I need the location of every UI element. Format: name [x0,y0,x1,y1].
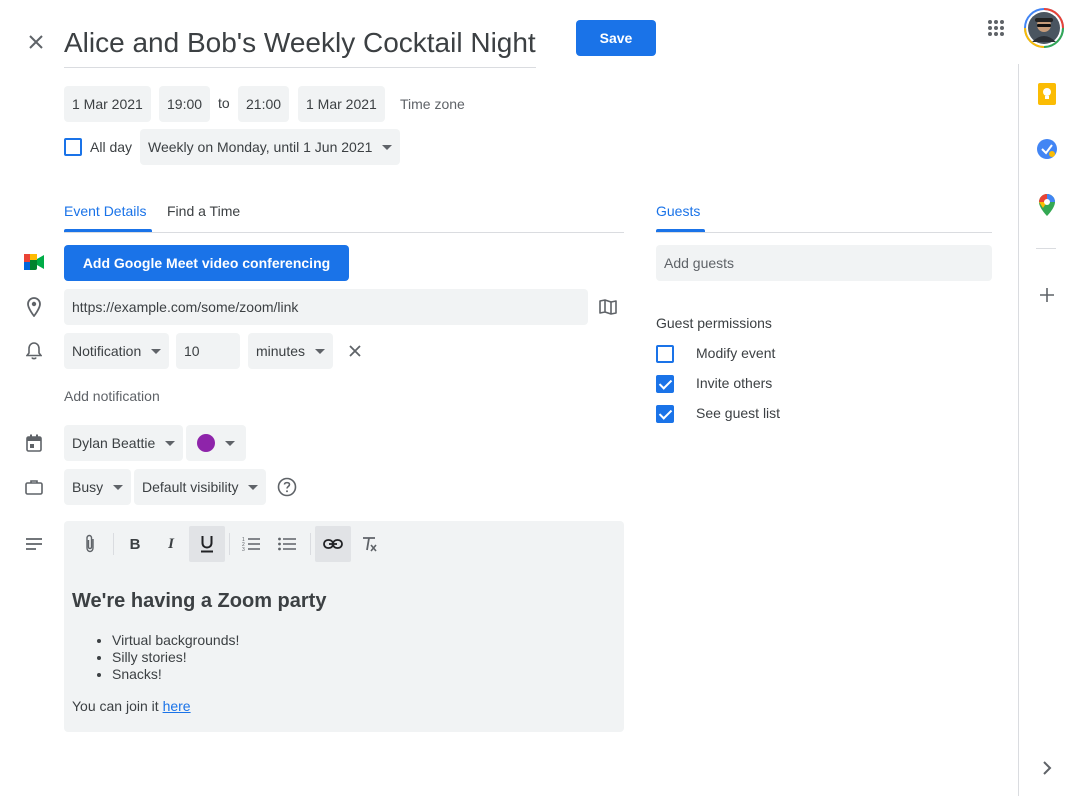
description-bullets: Virtual backgrounds! Silly stories! Snac… [72,632,239,683]
clear-formatting-icon[interactable] [351,526,387,562]
tab-guests-label: Guests [656,203,701,219]
map-icon[interactable] [596,295,620,319]
chevron-down-icon [248,484,259,490]
list-item: Virtual backgrounds! [112,632,239,649]
time-zone-button[interactable]: Time zone [400,96,465,112]
description-heading: We're having a Zoom party [72,590,327,612]
svg-text:3: 3 [242,547,245,552]
modify-event-label: Modify event [696,345,776,361]
briefcase-icon [22,475,46,499]
all-day-checkbox[interactable] [64,138,82,156]
remove-notification-icon[interactable] [343,339,367,363]
tab-event-details-label: Event Details [64,203,147,219]
location-pin-icon [22,295,46,319]
chevron-down-icon [315,348,326,354]
end-time[interactable]: 21:00 [238,86,290,122]
invite-others-checkbox[interactable] [656,375,674,393]
plus-icon[interactable] [1034,282,1060,308]
underline-icon[interactable] [189,526,225,562]
google-meet-icon [22,250,46,274]
visibility-select[interactable]: Default visibility [134,469,267,505]
tab-event-details[interactable]: Event Details [64,203,146,219]
join-link[interactable]: here [163,698,191,714]
availability-select[interactable]: Busy [64,469,132,505]
chevron-right-icon[interactable] [1034,755,1060,781]
chevron-down-icon [225,440,235,446]
tab-find-a-time[interactable]: Find a Time [167,203,240,219]
notification-unit-select[interactable]: minutes [248,333,334,369]
keep-icon[interactable] [1034,81,1060,107]
bell-icon [22,339,46,363]
chevron-down-icon [151,348,162,354]
link-icon[interactable] [315,526,351,562]
all-day-label: All day [90,139,133,155]
notification-type-value: Notification [72,343,142,359]
bold-icon[interactable]: B [117,526,153,562]
chevron-down-icon [113,484,124,490]
event-color-swatch [197,434,215,452]
notification-amount-value: 10 [184,343,200,359]
tabs-divider [64,232,624,233]
guest-permissions-label: Guest permissions [656,315,772,331]
numbered-list-icon[interactable]: 123 [233,526,269,562]
calendar-icon [22,431,46,455]
list-item: Silly stories! [112,649,239,666]
add-guests-placeholder: Add guests [664,255,735,271]
avatar[interactable] [1024,8,1064,48]
end-date[interactable]: 1 Mar 2021 [298,86,385,122]
side-panel-divider [1036,248,1056,249]
to-label: to [218,95,230,111]
add-notification-link[interactable]: Add notification [64,388,160,404]
notes-icon [22,532,46,556]
add-meet-button[interactable]: Add Google Meet video conferencing [64,245,349,281]
toolbar-separator [113,533,114,555]
notification-unit-value: minutes [256,343,306,359]
notification-type-select[interactable]: Notification [64,333,170,369]
event-title-input[interactable]: Alice and Bob's Weekly Cocktail Night [64,24,536,68]
location-value: https://example.com/some/zoom/link [72,299,299,315]
list-item: Snacks! [112,666,239,683]
calendar-select[interactable]: Dylan Beattie [64,425,184,461]
side-panel [1018,64,1074,796]
tasks-icon[interactable] [1034,136,1060,162]
close-icon[interactable] [22,28,50,56]
attachment-icon[interactable] [72,526,108,562]
italic-icon[interactable]: I [153,526,189,562]
event-title: Alice and Bob's Weekly Cocktail Night [64,27,536,58]
apps-grid-icon[interactable] [984,16,1008,40]
calendar-owner: Dylan Beattie [72,435,156,451]
toolbar-separator [310,533,311,555]
help-icon[interactable] [275,475,299,499]
maps-icon[interactable] [1034,192,1060,218]
start-time[interactable]: 19:00 [159,86,211,122]
start-date[interactable]: 1 Mar 2021 [64,86,151,122]
join-text: You can join it [72,698,163,714]
availability-value: Busy [72,479,104,495]
event-color-select[interactable] [186,425,246,461]
recurrence-select[interactable]: Weekly on Monday, until 1 Jun 2021 [140,129,401,165]
invite-others-label: Invite others [696,375,773,391]
visibility-value: Default visibility [142,479,239,495]
bulleted-list-icon[interactable] [269,526,305,562]
recurrence-value: Weekly on Monday, until 1 Jun 2021 [148,139,373,155]
tab-find-a-time-label: Find a Time [167,203,241,219]
see-guest-list-checkbox[interactable] [656,405,674,423]
tab-guests[interactable]: Guests [656,203,700,219]
location-input[interactable]: https://example.com/some/zoom/link [64,289,588,325]
chevron-down-icon [382,144,393,150]
chevron-down-icon [165,440,176,446]
see-guest-list-label: See guest list [696,405,781,421]
notification-amount-input[interactable]: 10 [176,333,240,369]
add-guests-input[interactable]: Add guests [656,245,992,281]
description-join-line: You can join it here [72,698,191,714]
modify-event-checkbox[interactable] [656,345,674,363]
toolbar-separator [229,533,230,555]
save-button[interactable]: Save [576,20,656,56]
guests-divider [656,232,992,233]
